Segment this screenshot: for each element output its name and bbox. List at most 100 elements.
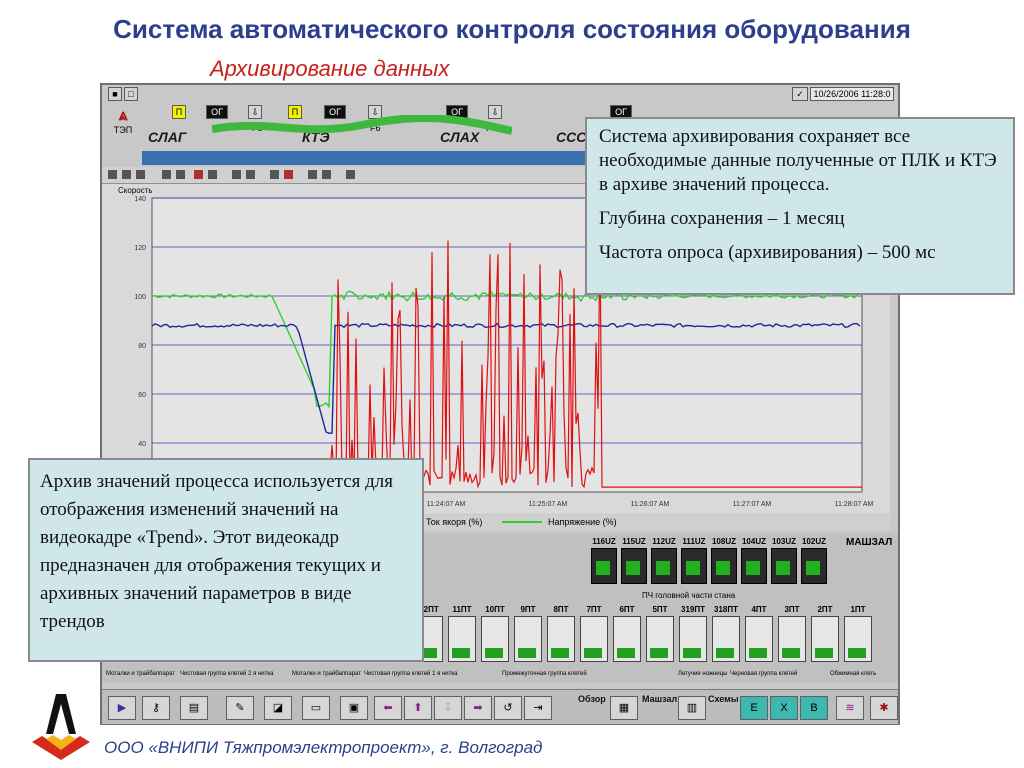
scheme-b-icon[interactable]: B bbox=[800, 696, 828, 720]
y-tick-label: 120 bbox=[134, 245, 146, 252]
arrow-up-icon[interactable]: ⬆ bbox=[404, 696, 432, 720]
cabinets-icon[interactable]: ▥ bbox=[678, 696, 706, 720]
stand-label: 318ПТ bbox=[714, 605, 738, 614]
group-label: Чистовая группа клетей 2 я нитка bbox=[180, 671, 274, 677]
note-trend-usage: Архив значений процесса используется для… bbox=[28, 458, 424, 662]
stand-block[interactable]: 319ПТ bbox=[678, 605, 708, 665]
alarm-icon[interactable]: ■ bbox=[108, 87, 122, 101]
uz-label: 104UZ bbox=[741, 537, 766, 546]
stand-block[interactable]: 6ПТ bbox=[612, 605, 642, 665]
section-ssc[interactable]: ССС bbox=[556, 129, 586, 145]
stand-block[interactable]: 5ПТ bbox=[645, 605, 675, 665]
mashzal-label: МАШЗАЛ bbox=[846, 537, 893, 548]
scheme-e-icon[interactable]: E bbox=[740, 696, 768, 720]
stand-body bbox=[844, 616, 872, 662]
uz-cabinet[interactable]: 116UZ bbox=[590, 537, 618, 587]
chart-icon[interactable]: ◪ bbox=[264, 696, 292, 720]
stand-label: 4ПТ bbox=[751, 605, 767, 614]
stand-label: 3ПТ bbox=[784, 605, 800, 614]
scheme-x-icon[interactable]: X bbox=[770, 696, 798, 720]
computer-icon[interactable]: ▣ bbox=[340, 696, 368, 720]
group-label: Моталки и трайбаппарат bbox=[106, 671, 175, 677]
stand-block[interactable]: 10ПТ bbox=[480, 605, 510, 665]
status-indicator bbox=[686, 561, 700, 575]
x-tick-label: 11:24:07 AM bbox=[427, 501, 466, 508]
note-depth-text: Глубина сохранения – 1 месяц bbox=[599, 208, 845, 229]
nav-schemes[interactable]: Схемы bbox=[708, 694, 739, 704]
stand-body bbox=[679, 616, 707, 662]
uz-cabinet[interactable]: 111UZ bbox=[680, 537, 708, 587]
arrow-left-icon bbox=[848, 648, 866, 658]
stand-body bbox=[448, 616, 476, 662]
uz-cabinet-body bbox=[711, 548, 737, 584]
stand-block[interactable]: 3ПТ bbox=[777, 605, 807, 665]
uz-cabinet-body bbox=[681, 548, 707, 584]
nav-obzor[interactable]: Обзор bbox=[578, 694, 606, 704]
stand-block[interactable]: 7ПТ bbox=[579, 605, 609, 665]
arrow-down-icon[interactable]: ⇩ bbox=[434, 696, 462, 720]
datetime-display: 10/26/2006 11:28:0 bbox=[810, 87, 894, 101]
uz-cabinet[interactable]: 115UZ bbox=[620, 537, 648, 587]
print-icon[interactable]: ▤ bbox=[180, 696, 208, 720]
uz-cabinet-body bbox=[741, 548, 767, 584]
group-row: Моталки и трайбаппарат Чистовая группа кл… bbox=[102, 671, 898, 683]
stand-block[interactable]: 1ПТ bbox=[843, 605, 873, 665]
uz-label: 102UZ bbox=[801, 537, 826, 546]
check-icon[interactable]: ✓ bbox=[792, 87, 808, 101]
overview-icon[interactable]: ▦ bbox=[610, 696, 638, 720]
strip-icon[interactable]: ≋ bbox=[836, 696, 864, 720]
pencil-icon[interactable]: ✎ bbox=[226, 696, 254, 720]
x-tick-label: 11:26:07 AM bbox=[631, 501, 670, 508]
arrow-right-icon[interactable]: ➡ bbox=[464, 696, 492, 720]
x-tick-label: 11:28:07 AM bbox=[835, 501, 874, 508]
uz-cabinet[interactable]: 102UZ bbox=[800, 537, 828, 587]
section-slag[interactable]: СЛАГ bbox=[148, 129, 186, 145]
stand-block[interactable]: 8ПТ bbox=[546, 605, 576, 665]
stand-label: 5ПТ bbox=[652, 605, 668, 614]
arrow-left-icon bbox=[485, 648, 503, 658]
stand-body bbox=[778, 616, 806, 662]
uz-cabinet[interactable]: 112UZ bbox=[650, 537, 678, 587]
stand-label: 2ПТ bbox=[817, 605, 833, 614]
uz-label: 103UZ bbox=[771, 537, 796, 546]
y-tick-label: 140 bbox=[134, 196, 146, 203]
stand-block[interactable]: 318ПТ bbox=[711, 605, 741, 665]
group-label: Чистовая группа клетей 1 я нитка bbox=[364, 671, 458, 677]
arrow-left-icon bbox=[782, 648, 800, 658]
stand-block[interactable]: 2ПТ bbox=[810, 605, 840, 665]
uz-cabinet-body bbox=[771, 548, 797, 584]
footer-company: ООО «ВНИПИ Тяжпромэлектропроект», г. Вол… bbox=[104, 738, 543, 757]
arrow-left-icon[interactable]: ⬅ bbox=[374, 696, 402, 720]
stand-block[interactable]: 9ПТ bbox=[513, 605, 543, 665]
stand-label: 11ПТ bbox=[452, 605, 472, 614]
x-tick-label: 11:25:07 AM bbox=[529, 501, 568, 508]
uz-cabinet[interactable]: 108UZ bbox=[710, 537, 738, 587]
stand-block[interactable]: 11ПТ bbox=[447, 605, 477, 665]
play-icon[interactable]: ▶ bbox=[108, 696, 136, 720]
uz-cabinet[interactable]: 104UZ bbox=[740, 537, 768, 587]
window-icon[interactable]: □ bbox=[124, 87, 138, 101]
status-indicator bbox=[776, 561, 790, 575]
status-indicator bbox=[656, 561, 670, 575]
stand-body bbox=[811, 616, 839, 662]
uz-cabinet-body bbox=[591, 548, 617, 584]
note-archive-system: Система архивирования сохраняет все необ… bbox=[585, 117, 1015, 295]
key-icon[interactable]: ⚷ bbox=[142, 696, 170, 720]
uz-cabinet[interactable]: 103UZ bbox=[770, 537, 798, 587]
y-axis-title: Скорость bbox=[118, 186, 153, 195]
stand-body bbox=[745, 616, 773, 662]
uz-label: 108UZ bbox=[711, 537, 736, 546]
legend-current: Ток якоря (%) bbox=[426, 517, 483, 527]
window-icon[interactable]: ▭ bbox=[302, 696, 330, 720]
help-icon[interactable]: ⇥ bbox=[524, 696, 552, 720]
undo-icon[interactable]: ↺ bbox=[494, 696, 522, 720]
y-tick-label: 100 bbox=[134, 294, 146, 301]
group-label: Обжимная клеть bbox=[830, 671, 877, 677]
y-tick-label: 80 bbox=[138, 343, 146, 350]
slide-subtitle: Архивирование данных bbox=[210, 56, 450, 81]
nav-mashzal[interactable]: Машзал bbox=[642, 694, 677, 704]
wrench-icon[interactable]: ✱ bbox=[870, 696, 898, 720]
status-p-1[interactable]: П bbox=[172, 105, 186, 119]
note-frequency-text: Частота опроса (архивирования) – 500 мс bbox=[599, 242, 936, 263]
stand-block[interactable]: 4ПТ bbox=[744, 605, 774, 665]
